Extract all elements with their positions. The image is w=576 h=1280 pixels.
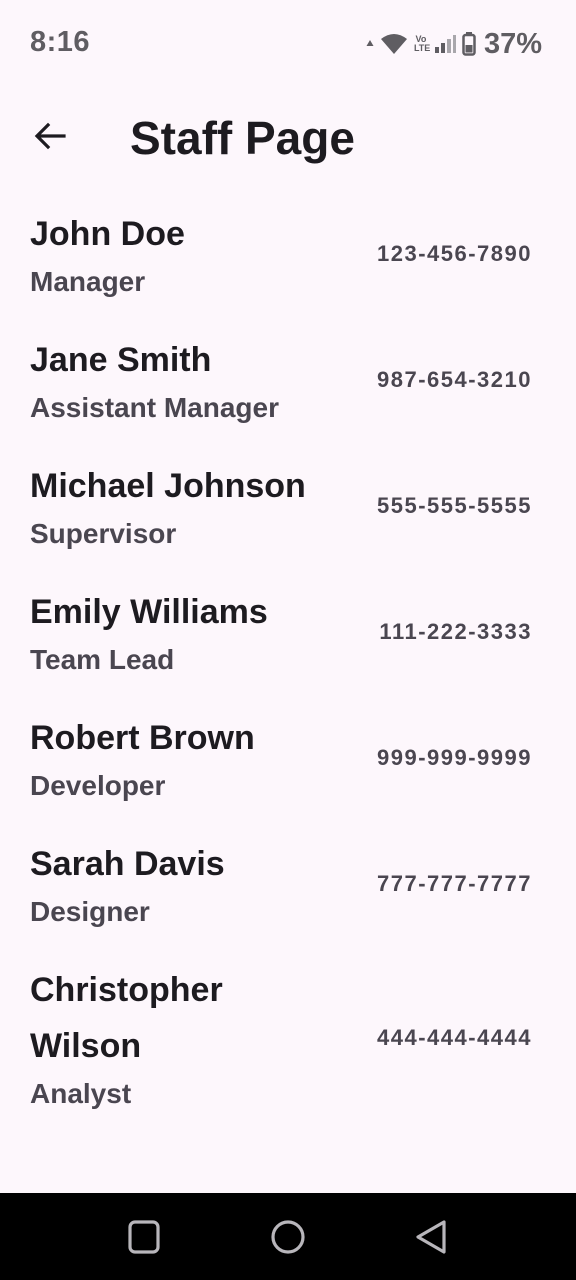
recents-button[interactable] (124, 1217, 164, 1257)
status-icons: Vo LTE 37% (366, 26, 542, 62)
wifi-icon (380, 33, 408, 55)
recents-square-icon (124, 1220, 164, 1261)
staff-phone: 555-555-5555 (376, 493, 532, 518)
staff-role: Manager (30, 266, 146, 297)
upload-arrow-icon (366, 39, 374, 49)
staff-list-item[interactable]: Christopher Wilson Analyst 444-444-4444 (0, 952, 576, 1134)
staff-list-item[interactable]: John Doe Manager 123-456-7890 (0, 196, 576, 322)
status-bar: 8:16 Vo LTE 37% (0, 0, 576, 88)
home-button[interactable] (268, 1217, 308, 1257)
staff-role: Designer (30, 896, 150, 927)
staff-text: Sarah Davis Designer (30, 836, 330, 932)
staff-phone: 987-654-3210 (376, 367, 532, 392)
staff-text: Christopher Wilson Analyst (30, 962, 330, 1114)
staff-list[interactable]: John Doe Manager 123-456-7890 Jane Smith… (0, 196, 576, 1193)
staff-name: Michael Johnson (30, 467, 306, 505)
staff-list-item[interactable]: Emily Williams Team Lead 111-222-3333 (0, 574, 576, 700)
staff-name: Sarah Davis (30, 845, 225, 883)
staff-name: John Doe (30, 215, 185, 253)
staff-text: Michael Johnson Supervisor (30, 458, 330, 554)
staff-phone: 123-456-7890 (376, 241, 532, 266)
staff-role: Team Lead (30, 644, 175, 675)
staff-list-item[interactable]: Robert Brown Developer 999-999-9999 (0, 700, 576, 826)
staff-name: Emily Williams (30, 593, 268, 631)
back-triangle-icon (412, 1220, 452, 1261)
staff-role: Supervisor (30, 518, 177, 549)
staff-name: Christopher Wilson (30, 971, 223, 1065)
staff-name: Jane Smith (30, 341, 212, 379)
staff-list-item[interactable]: Michael Johnson Supervisor 555-555-5555 (0, 448, 576, 574)
staff-role: Analyst (30, 1078, 132, 1109)
back-button[interactable] (22, 110, 78, 166)
volte-bottom-text: LTE (413, 43, 431, 53)
staff-text: Robert Brown Developer (30, 710, 330, 806)
staff-name: Robert Brown (30, 719, 255, 757)
staff-text: John Doe Manager (30, 206, 330, 302)
staff-role: Assistant Manager (30, 392, 279, 423)
page-title: Staff Page (130, 112, 355, 164)
staff-phone: 111-222-3333 (379, 619, 532, 644)
staff-text: Emily Williams Team Lead (30, 584, 330, 680)
staff-phone: 444-444-4444 (376, 1025, 532, 1050)
staff-list-item[interactable]: Jane Smith Assistant Manager 987-654-321… (0, 322, 576, 448)
home-circle-icon (268, 1220, 308, 1261)
staff-phone: 777-777-7777 (376, 871, 532, 896)
battery-percent: 37% (483, 27, 542, 60)
system-nav-bar (0, 1193, 576, 1280)
system-back-button[interactable] (412, 1217, 452, 1257)
status-time: 8:16 (30, 26, 91, 58)
screen: 8:16 Vo LTE 37% Staff Page John Doe Mana… (0, 0, 576, 1280)
battery-icon (462, 32, 476, 56)
arrow-left-icon (34, 122, 66, 155)
staff-role: Developer (30, 770, 166, 801)
app-bar: Staff Page (0, 96, 576, 180)
signal-icon (434, 34, 456, 54)
volte-icon: Vo LTE (413, 35, 431, 53)
staff-list-item[interactable]: Sarah Davis Designer 777-777-7777 (0, 826, 576, 952)
staff-phone: 999-999-9999 (376, 745, 532, 770)
staff-text: Jane Smith Assistant Manager (30, 332, 330, 428)
